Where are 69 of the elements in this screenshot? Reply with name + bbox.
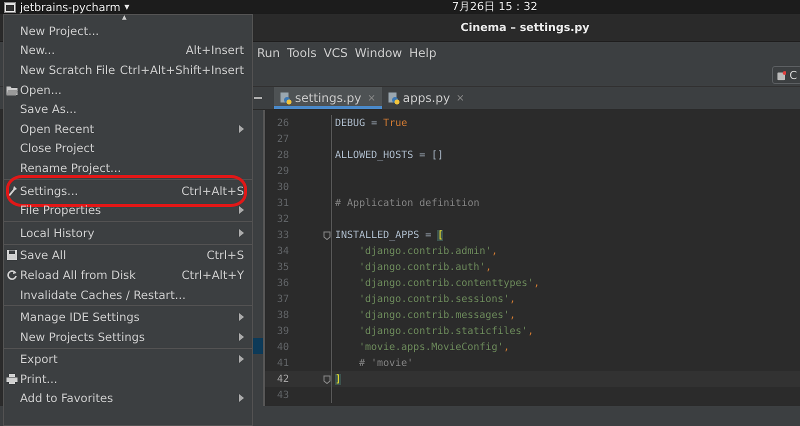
line-number: 31 xyxy=(276,198,289,208)
line-number: 34 xyxy=(276,246,289,256)
code-line: 'django.contrib.admin', xyxy=(358,246,498,256)
line-number: 27 xyxy=(276,134,289,144)
code-line: # Application definition xyxy=(335,198,480,208)
menu-item[interactable]: Settings... Ctrl+Alt+S xyxy=(4,180,252,200)
line-number: 40 xyxy=(276,342,289,352)
code-line: 'django.contrib.messages', xyxy=(358,310,516,320)
reload-icon xyxy=(6,268,18,281)
code-line: ALLOWED_HOSTS = [] xyxy=(335,150,444,160)
menu-item[interactable]: Tools xyxy=(287,46,317,60)
menu-item[interactable]: Open Recent xyxy=(4,118,252,139)
line-number: 28 xyxy=(276,150,289,160)
menu-item[interactable]: Save As... xyxy=(4,99,252,119)
menu-item[interactable]: Add to Favorites xyxy=(4,388,252,408)
code-line: 'django.contrib.staticfiles', xyxy=(358,326,534,336)
line-number: 30 xyxy=(276,182,289,192)
python-file-icon xyxy=(388,92,400,104)
line-number: 37 xyxy=(276,294,289,304)
code-line: 'django.contrib.auth', xyxy=(358,262,492,272)
menu-item[interactable]: New Scratch File Ctrl+Alt+Shift+Insert xyxy=(4,60,252,80)
menu-item[interactable]: File Properties xyxy=(4,200,252,220)
folder-icon xyxy=(6,84,18,96)
menu-item[interactable]: Open... xyxy=(4,80,252,100)
line-number: 38 xyxy=(276,310,289,320)
code-line: INSTALLED_APPS = [ xyxy=(335,230,444,240)
menu-item[interactable]: Close Project xyxy=(4,138,252,158)
menu-item[interactable]: Run xyxy=(257,46,280,60)
selection-highlight xyxy=(253,338,263,354)
menu-item[interactable]: Print... xyxy=(4,369,252,389)
code-line: DEBUG = True xyxy=(335,118,408,128)
clock[interactable]: 7月26日 15：32 xyxy=(452,0,538,14)
code-line: 'movie.apps.MovieConfig', xyxy=(358,342,510,352)
menu-item[interactable]: Reload All from Disk Ctrl+Alt+Y xyxy=(4,265,252,285)
editor-tab[interactable]: apps.py × xyxy=(382,87,471,109)
line-number: 32 xyxy=(276,214,289,224)
code-line: # 'movie' xyxy=(358,358,414,368)
config-icon xyxy=(777,70,786,80)
python-file-icon xyxy=(280,92,292,104)
code-line: 'django.contrib.sessions', xyxy=(358,294,516,304)
line-number: 43 xyxy=(276,390,289,400)
line-number: 42 xyxy=(276,374,289,384)
line-number: 29 xyxy=(276,166,289,176)
editor-tab[interactable]: settings.py × xyxy=(274,87,382,109)
menu-item[interactable]: Invalidate Caches / Restart... xyxy=(4,284,252,304)
line-number: 33 xyxy=(276,230,289,240)
menu-item[interactable]: Export xyxy=(4,350,252,370)
terminal-icon xyxy=(4,2,16,12)
window-title: Cinema – settings.py xyxy=(460,21,590,34)
code-line: 'django.contrib.contenttypes', xyxy=(358,278,540,288)
caret-icon[interactable]: ▾ xyxy=(124,2,130,12)
menu-item[interactable]: Rename Project... xyxy=(4,158,252,178)
menu-item[interactable]: New Project... xyxy=(4,21,252,41)
menu-item[interactable]: Help xyxy=(409,46,436,60)
line-number: 36 xyxy=(276,278,289,288)
app-name[interactable]: jetbrains-pycharm xyxy=(20,0,120,14)
line-number: 39 xyxy=(276,326,289,336)
menu-item[interactable]: Local History xyxy=(4,222,252,243)
menu-item[interactable]: New... Alt+Insert xyxy=(4,40,252,60)
menu-item[interactable]: VCS xyxy=(324,46,348,60)
menu-item[interactable]: New Projects Settings xyxy=(4,326,252,346)
menu-item[interactable]: Window xyxy=(354,46,402,60)
printer-icon xyxy=(6,372,18,385)
line-number: 41 xyxy=(276,358,289,368)
run-config-button[interactable]: C xyxy=(772,66,800,84)
menu-item[interactable]: Save All Ctrl+S xyxy=(4,246,252,266)
line-number: 35 xyxy=(276,262,289,272)
line-number: 26 xyxy=(276,118,289,128)
menu-item[interactable]: Manage IDE Settings xyxy=(4,307,252,327)
